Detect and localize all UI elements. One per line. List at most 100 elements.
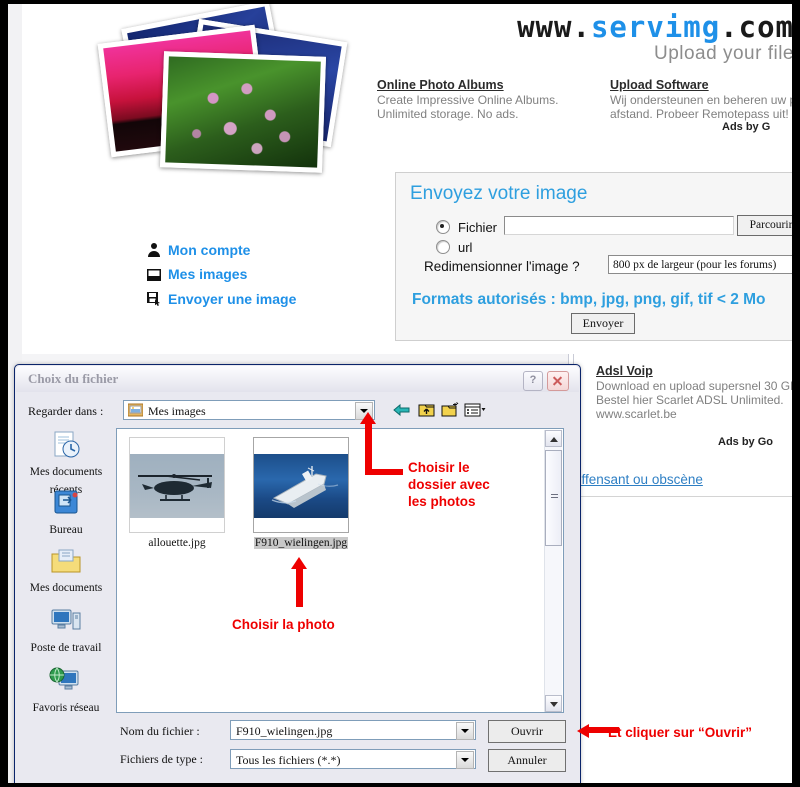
logo-brand: servimg [590,10,721,44]
filename-value: F910_wielingen.jpg [236,724,333,738]
resize-select-value: 800 px de largeur (pour les forums) [613,259,777,271]
upload-icon [146,291,162,307]
nav-link-mon-compte[interactable]: Mon compte [168,242,250,258]
network-places-icon [49,666,83,696]
ad-line-2: Bestel hier Scarlet ADSL Unlimited. [596,393,784,407]
ad-title[interactable]: Online Photo Albums [377,78,602,93]
dialog-title-bar[interactable]: Choix du fichier ? [16,366,579,392]
filetype-label: Fichiers de type : [120,752,203,766]
annotation-folder-line-3: les photos [408,494,476,509]
annotation-arrowhead-photo [291,557,307,569]
look-in-combobox[interactable]: Mes images [123,400,375,420]
ad-title[interactable]: Upload Software [610,78,792,93]
browse-button[interactable]: Parcourir... [737,215,792,236]
my-computer-icon [49,606,83,636]
close-icon[interactable] [547,371,569,391]
thumbnail-warship [254,454,348,518]
photo-collage-image [97,4,348,173]
ads-by-google-label-bottom: Ads by Go [718,436,773,448]
annotation-folder-line-2: dossier avec [408,477,490,492]
new-folder-icon[interactable] [441,401,460,419]
filename-combobox[interactable]: F910_wielingen.jpg [230,720,476,740]
back-arrow-icon[interactable] [392,401,411,419]
filename-label: Nom du fichier : [120,724,200,738]
place-network-places[interactable]: Favoris réseau [20,666,112,716]
place-label: Bureau [49,524,83,536]
annotation-arrow-folder-horizontal [365,469,403,475]
filetype-combobox[interactable]: Tous les fichiers (*.*) [230,749,476,769]
collage-photo-4 [160,51,326,173]
open-button[interactable]: Ouvrir [488,720,566,743]
file-path-input[interactable] [504,216,734,235]
logo-tld: .com [720,10,792,44]
chevron-down-icon[interactable] [456,751,474,769]
send-button[interactable]: Envoyer [571,313,635,334]
ad-block-online-photo-albums[interactable]: Online Photo Albums Create Impressive On… [377,78,602,121]
folder-pictures-icon [127,403,144,417]
help-icon[interactable]: ? [523,371,543,391]
file-item-allouette[interactable]: allouette.jpg [129,437,225,549]
picture-icon [146,267,162,283]
thumbnail-helicopter [130,454,224,518]
nav-link-mes-images[interactable]: Mes images [168,266,247,282]
divider [568,496,792,497]
ad-line-1: Download en upload supersnel 30 GB! [596,379,792,393]
place-label: Mes documents [29,582,103,594]
ads-by-text: Ads by Go [718,436,774,448]
ad-title[interactable]: Adsl Voip [596,364,792,379]
offensive-content-link[interactable]: offensant ou obscène [574,472,703,487]
annotation-text-folder: Choisir le dossier avec les photos [408,459,490,510]
scrollbar-thumb[interactable] [545,450,562,546]
file-name-label: F910_wielingen.jpg [253,537,349,549]
look-in-label: Regarder dans : [28,404,104,418]
annotation-text-photo: Choisir la photo [232,617,335,632]
file-item-f910-wielingen[interactable]: F910_wielingen.jpg [253,437,349,549]
place-desktop[interactable]: Bureau [20,488,112,538]
place-my-computer[interactable]: Poste de travail [20,606,112,656]
radio-url-label: url [458,240,473,255]
chevron-down-icon[interactable] [456,722,474,740]
place-label: Poste de travail [30,642,102,654]
file-name-label: allouette.jpg [148,537,206,549]
scroll-down-button[interactable] [545,695,562,712]
views-icon[interactable] [464,401,486,419]
nav-link-envoyer-une-image[interactable]: Envoyer une image [168,291,296,307]
ad-line-1: Wij ondersteunen en beheren uw p [610,93,792,107]
resize-select[interactable]: 800 px de largeur (pour les forums) [608,255,792,274]
places-bar: Mes documents récents Bureau Mes documen… [20,426,112,716]
annotation-arrow-folder-vertical [365,422,372,475]
file-thumbnail-box [129,437,225,533]
radio-row-file[interactable]: Fichier [436,220,497,235]
file-list-view[interactable]: allouette.jpg F910_wielingen.jpg [116,428,564,713]
annotation-text-open: Et cliquer sur “Ouvrir” [608,725,753,740]
upload-panel: Envoyez votre image Fichier url Parcouri… [395,172,792,341]
ads-by-google-label-top: Ads by G [722,121,770,133]
radio-row-url[interactable]: url [436,240,472,255]
annotation-arrow-photo-vertical [296,567,303,607]
resize-label: Redimensionner l'image ? [424,259,580,274]
logo-tagline: Upload your file [653,43,792,64]
ad-line-1: Create Impressive Online Albums. [377,93,559,107]
annotation-folder-line-1: Choisir le [408,460,470,475]
radio-url[interactable] [436,240,450,254]
file-list-scrollbar[interactable] [544,430,562,712]
my-documents-icon [49,546,83,576]
ads-by-text: Ads by G [722,121,771,133]
annotation-arrowhead-open [577,724,589,738]
ad-line-3: www.scarlet.be [596,407,677,421]
ad-block-upload-software[interactable]: Upload Software Wij ondersteunen en behe… [610,78,792,121]
radio-file[interactable] [436,220,450,234]
ad-block-adsl-voip[interactable]: Adsl Voip Download en upload supersnel 3… [596,364,792,421]
up-folder-icon[interactable] [417,401,436,419]
look-in-value: Mes images [148,404,206,418]
filetype-value: Tous les fichiers (*.*) [236,753,341,767]
ad-line-2: afstand. Probeer Remotepass uit! [610,107,789,121]
site-logo: www.servimg.com Upload your file [517,12,792,65]
logo-www: www. [517,10,591,44]
cancel-button[interactable]: Annuler [488,749,566,772]
scroll-up-button[interactable] [545,430,562,447]
page-canvas: www.servimg.com Upload your file Online … [8,4,792,783]
site-header-region: www.servimg.com Upload your file Online … [22,4,792,354]
resize-grip[interactable] [566,770,578,782]
place-my-documents[interactable]: Mes documents [20,546,112,596]
